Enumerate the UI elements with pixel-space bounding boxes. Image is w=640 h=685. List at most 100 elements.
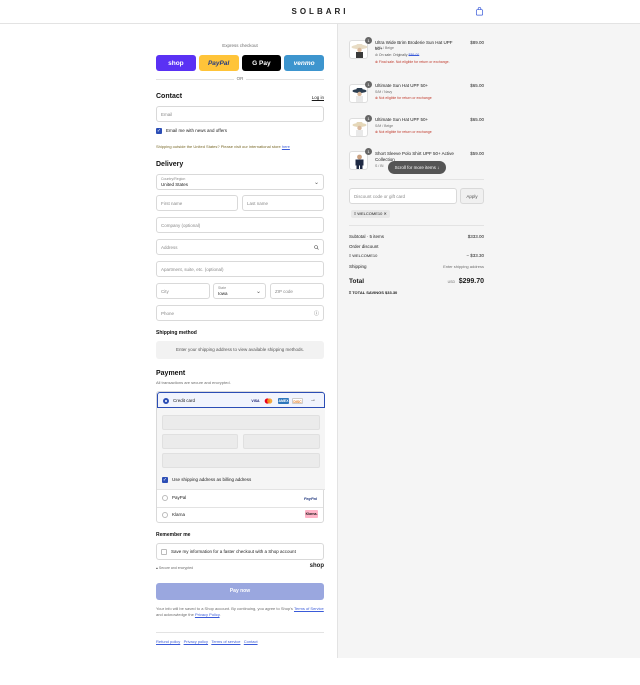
paypal-label[interactable]: PayPal [172, 495, 186, 500]
item-variant: S / Bl [375, 164, 384, 168]
klarna-radio[interactable] [162, 512, 168, 518]
scroll-pill-label: Scroll for more items [394, 165, 436, 170]
international-note-text: Shipping outside the United States? Plea… [156, 144, 281, 149]
billing-same-checkbox[interactable]: ✓ [162, 477, 168, 483]
tag-icon: ⌑ [354, 211, 357, 216]
tag-icon: ⌑ [349, 290, 352, 295]
payment-subtitle: All transactions are secure and encrypte… [156, 380, 231, 385]
discover-icon: DISC [292, 398, 303, 404]
legal-text-1: Your info will be saved to a Shop accoun… [156, 606, 293, 611]
country-select[interactable]: Country/Region United States ⌄ [156, 174, 324, 190]
email-field[interactable]: Email [156, 106, 324, 122]
discount-chip: ⌑ WELCOME10 ✕ [351, 210, 390, 218]
privacy-link[interactable]: Privacy Policy [195, 612, 220, 617]
company-field[interactable]: Company (optional) [156, 217, 324, 233]
warning-icon: ⊗ [375, 60, 378, 64]
warning-icon: ⊗ [375, 130, 378, 134]
final-sale-text: Final sale. Not eligible for return or e… [378, 60, 450, 64]
item-name: Ultimate Sun Hat UPF 50+ [375, 117, 429, 122]
remove-discount-icon[interactable]: ✕ [383, 211, 386, 216]
chevron-down-icon: ⌄ [313, 180, 319, 186]
phone-field[interactable]: Phone ⓘ [156, 305, 324, 321]
remember-me-box[interactable]: Save my information for a faster checkou… [156, 543, 324, 560]
credit-card-label: Credit card [173, 398, 196, 403]
or-divider-text: OR [234, 76, 246, 81]
divider [349, 179, 484, 180]
privacy-policy-link[interactable]: Privacy policy [184, 639, 208, 644]
shopping-bag-icon[interactable] [475, 7, 484, 16]
total-savings-label: TOTAL SAVINGS [352, 290, 384, 295]
item-variant: S/M / Beige [375, 124, 394, 128]
paypal-radio[interactable] [162, 495, 168, 501]
last-name-field[interactable]: Last name [242, 195, 324, 211]
state-select[interactable]: State Iowa ⌄ [213, 283, 266, 299]
tag-icon: ⊘ [375, 53, 378, 57]
brand-logo[interactable]: SOLBARI [0, 7, 640, 16]
subtotal-row: Subtotal · 5 items $333.00 [349, 234, 484, 239]
apartment-field[interactable]: Apartment, suite, etc. (optional) [156, 261, 324, 277]
klarna-label[interactable]: Klarna [172, 512, 185, 517]
currency-label: USD [447, 280, 455, 284]
header: SOLBARI [0, 0, 640, 24]
security-code-field[interactable] [243, 434, 320, 449]
arrow-down-icon: ↓ [437, 165, 440, 170]
visa-icon: VISA [251, 399, 260, 403]
pay-now-button[interactable]: Pay now [156, 583, 324, 600]
zip-field[interactable]: ZIP code [270, 283, 324, 299]
final-sale-tag: ⊗ Not eligible for return or exchange [375, 96, 432, 100]
discount-code-field[interactable]: Discount code or gift card [349, 188, 457, 204]
amex-icon: AMEX [278, 398, 289, 404]
refund-policy-link[interactable]: Refund policy [156, 639, 180, 644]
address-field[interactable]: Address [156, 239, 324, 255]
help-icon[interactable]: ⓘ [314, 310, 319, 317]
google-pay-button[interactable]: G Pay [241, 55, 282, 71]
state-value: Iowa [218, 291, 228, 296]
address-placeholder: Address [161, 245, 178, 250]
news-checkbox[interactable]: ✓ [156, 128, 162, 134]
remember-me-checkbox[interactable] [161, 549, 167, 555]
terms-of-service-link[interactable]: Terms of service [211, 639, 240, 644]
shipping-method-note: Enter your shipping address to view avai… [156, 341, 324, 359]
tag-icon: ⌑ [349, 253, 352, 258]
terms-link[interactable]: Terms of Service [294, 606, 324, 611]
divider [349, 225, 484, 226]
quantity-badge: 1 [365, 115, 372, 122]
paypal-button[interactable]: PayPal [198, 55, 239, 71]
mastercard-icon [264, 398, 273, 404]
contact-link[interactable]: Contact [244, 639, 258, 644]
discount-amount: − $33.30 [466, 253, 484, 258]
shop-pay-button[interactable]: shop [156, 55, 196, 71]
paypal-logo: PayPal [303, 496, 317, 501]
credit-card-option[interactable]: Credit card VISA AMEX DISC → [157, 392, 325, 408]
remember-me-heading: Remember me [156, 532, 191, 538]
lock-icon: 🔒︎ [156, 566, 158, 570]
total-row: Total $299.70 USD [349, 278, 484, 285]
item-variant: S/M / Navy [375, 90, 393, 94]
item-price: $65.00 [470, 117, 484, 122]
arrow-right-icon: → [310, 397, 316, 403]
phone-placeholder: Phone [161, 311, 175, 316]
international-store-link[interactable]: here [282, 144, 290, 149]
scroll-for-more-button[interactable]: Scroll for more items ↓ [388, 161, 446, 174]
sale-tag: ⊘ On sale: Originally $89.00 [375, 53, 419, 57]
shipping-value: Enter shipping address [443, 264, 484, 269]
apply-discount-button[interactable]: Apply [460, 188, 484, 204]
item-price: $59.00 [470, 151, 484, 156]
credit-card-radio[interactable] [163, 398, 169, 404]
venmo-button[interactable]: venmo [284, 55, 324, 71]
expiry-field[interactable] [162, 434, 238, 449]
billing-same-label: Use shipping address as billing address [172, 477, 252, 482]
login-link[interactable]: Log in [312, 95, 324, 100]
final-sale-text: Not eligible for return or exchange [378, 130, 432, 134]
card-number-field[interactable] [162, 415, 320, 430]
shipping-method-heading: Shipping method [156, 330, 197, 336]
city-field[interactable]: City [156, 283, 210, 299]
first-name-field[interactable]: First name [156, 195, 238, 211]
chevron-down-icon: ⌄ [255, 289, 261, 295]
item-price: $65.00 [470, 83, 484, 88]
international-note: Shipping outside the United States? Plea… [156, 144, 290, 149]
total-savings-row: ⌑ TOTAL SAVINGS $33.30 [349, 290, 484, 295]
order-discount-label: Order discount [349, 244, 379, 249]
name-on-card-field[interactable] [162, 453, 320, 468]
quantity-badge: 1 [365, 148, 372, 155]
